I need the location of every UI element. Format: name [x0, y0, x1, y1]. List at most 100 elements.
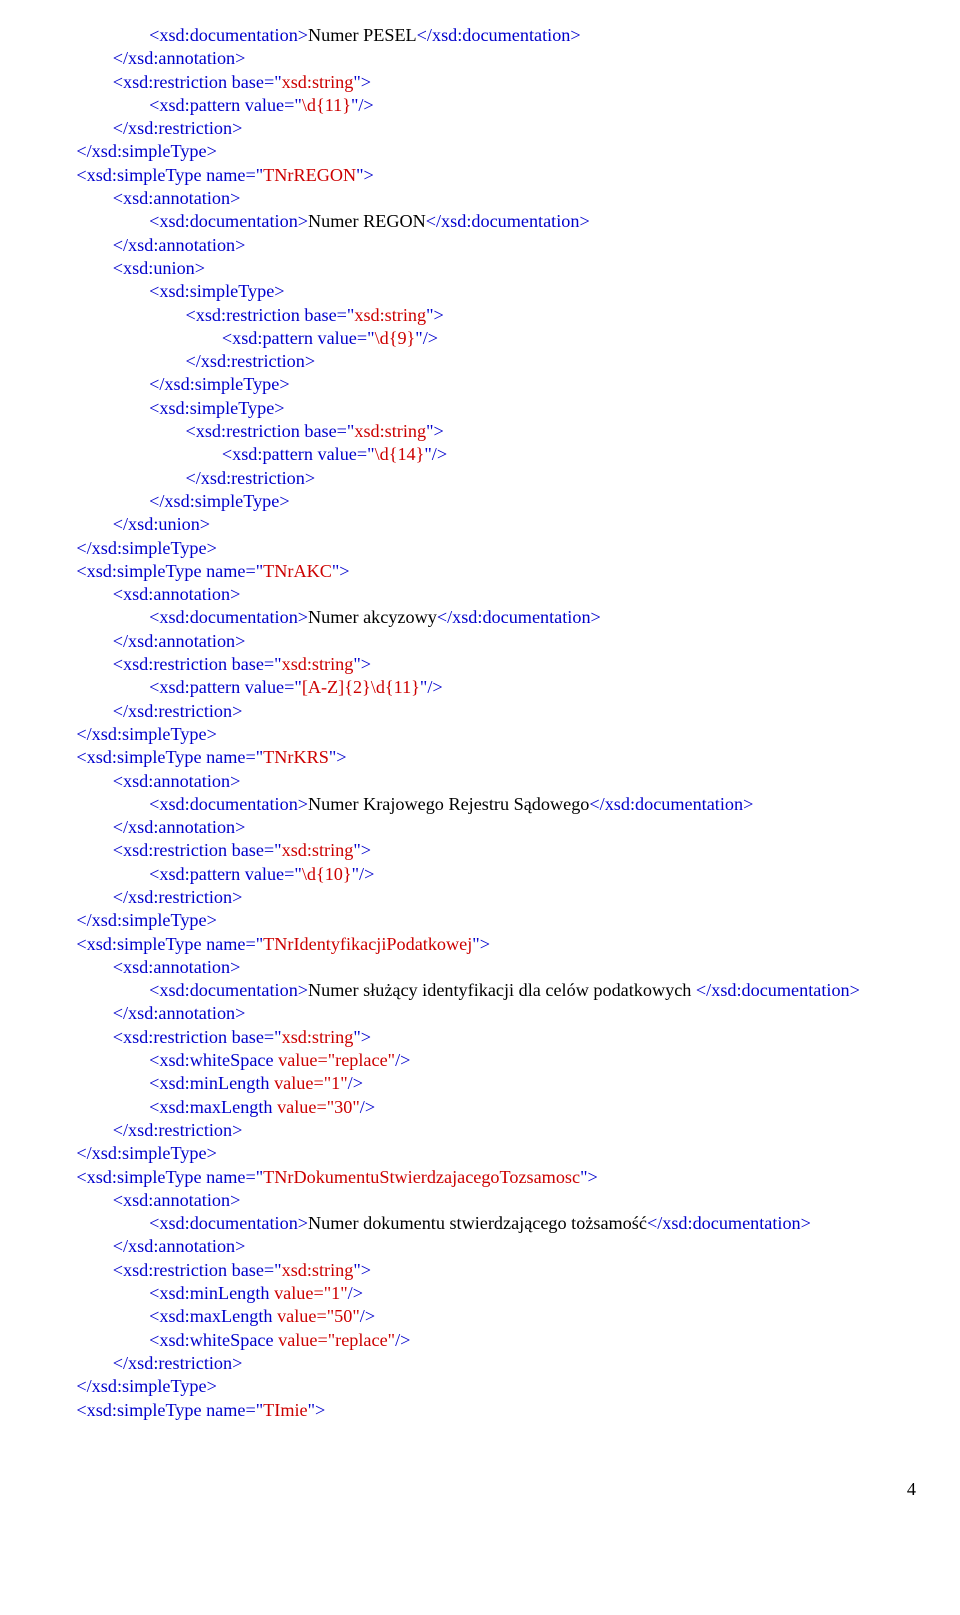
code-token: </xsd:annotation>: [113, 235, 246, 255]
code-line: <xsd:simpleType name="TNrAKC">: [40, 560, 920, 583]
code-token: </xsd:restriction>: [113, 1353, 243, 1373]
code-token: Numer służący identyfikacji dla celów po…: [308, 980, 696, 1000]
code-token: </xsd:documentation>: [647, 1213, 811, 1233]
code-line: <xsd:documentation>Numer służący identyf…: [40, 979, 920, 1002]
code-token: ">: [353, 1260, 371, 1280]
code-token: </xsd:documentation>: [589, 794, 753, 814]
code-token: \d{10}: [302, 864, 352, 884]
code-line: </xsd:simpleType>: [40, 490, 920, 513]
code-token: </xsd:union>: [113, 514, 210, 534]
code-token: </xsd:restriction>: [113, 887, 243, 907]
code-token: <xsd:annotation>: [113, 1190, 241, 1210]
code-line: <xsd:restriction base="xsd:string">: [40, 420, 920, 443]
code-line: </xsd:restriction>: [40, 886, 920, 909]
code-line: </xsd:simpleType>: [40, 373, 920, 396]
code-line: </xsd:simpleType>: [40, 1142, 920, 1165]
code-token: <xsd:simpleType name=": [76, 1400, 263, 1420]
code-token: ">: [426, 305, 444, 325]
code-line: <xsd:documentation>Numer PESEL</xsd:docu…: [40, 24, 920, 47]
code-token: <xsd:restriction base: [113, 72, 264, 92]
code-token: <xsd:restriction base=": [113, 1027, 282, 1047]
code-token: <xsd:simpleType name=": [76, 561, 263, 581]
code-token: TImie: [263, 1400, 307, 1420]
code-line: </xsd:restriction>: [40, 467, 920, 490]
code-token: ">: [332, 561, 350, 581]
code-line: <xsd:annotation>: [40, 583, 920, 606]
code-token: ">: [353, 840, 371, 860]
code-token: <xsd:documentation>: [149, 25, 308, 45]
code-token: Numer Krajowego Rejestru Sądowego: [308, 794, 589, 814]
code-token: </xsd:annotation>: [113, 1236, 246, 1256]
code-token: </xsd:simpleType>: [76, 1143, 216, 1163]
code-token: xsd:string: [282, 72, 354, 92]
code-line: <xsd:minLength value="1"/>: [40, 1282, 920, 1305]
code-token: "/>: [420, 677, 443, 697]
code-line: <xsd:restriction base="xsd:string">: [40, 839, 920, 862]
code-token: "/>: [352, 864, 375, 884]
code-token: </xsd:simpleType>: [149, 374, 289, 394]
code-token: </xsd:simpleType>: [76, 538, 216, 558]
code-token: xsd:string: [282, 654, 354, 674]
code-line: <xsd:simpleType name="TNrREGON">: [40, 164, 920, 187]
code-token: </xsd:annotation>: [113, 48, 246, 68]
code-line: </xsd:annotation>: [40, 1235, 920, 1258]
code-token: <xsd:pattern value=": [149, 95, 302, 115]
code-token: </xsd:annotation>: [113, 817, 246, 837]
code-token: <xsd:simpleType name=": [76, 934, 263, 954]
code-token: xsd:string: [354, 305, 426, 325]
code-line: <xsd:restriction base="xsd:string">: [40, 304, 920, 327]
code-token: />: [348, 1073, 363, 1093]
code-token: </xsd:documentation>: [696, 980, 860, 1000]
code-line: </xsd:restriction>: [40, 117, 920, 140]
code-line: <xsd:annotation>: [40, 187, 920, 210]
code-token: ">: [426, 421, 444, 441]
code-token: </xsd:restriction>: [186, 351, 316, 371]
code-token: TNrDokumentuStwierdzajacegoTozsamosc: [263, 1167, 580, 1187]
code-token: Numer PESEL: [308, 25, 417, 45]
code-token: <xsd:pattern value=": [222, 444, 375, 464]
code-token: </xsd:simpleType>: [149, 491, 289, 511]
code-token: ">: [308, 1400, 326, 1420]
code-line: <xsd:documentation>Numer Krajowego Rejes…: [40, 793, 920, 816]
code-token: </xsd:restriction>: [113, 701, 243, 721]
code-token: </xsd:simpleType>: [76, 141, 216, 161]
code-token: <xsd:documentation>: [149, 607, 308, 627]
code-token: value="replace": [278, 1050, 395, 1070]
code-line: <xsd:pattern value="\d{11}"/>: [40, 94, 920, 117]
code-token: =": [264, 72, 282, 92]
code-token: [A-Z]{2}\d{11}: [302, 677, 420, 697]
code-line: <xsd:simpleType name="TNrDokumentuStwier…: [40, 1166, 920, 1189]
code-line: </xsd:restriction>: [40, 1119, 920, 1142]
code-token: <xsd:simpleType name=": [76, 747, 263, 767]
code-line: <xsd:whiteSpace value="replace"/>: [40, 1329, 920, 1352]
code-line: <xsd:documentation>Numer akcyzowy</xsd:d…: [40, 606, 920, 629]
code-line: <xsd:simpleType>: [40, 280, 920, 303]
code-line: <xsd:maxLength value="30"/>: [40, 1096, 920, 1119]
code-token: </xsd:restriction>: [113, 1120, 243, 1140]
code-line: <xsd:minLength value="1"/>: [40, 1072, 920, 1095]
code-line: <xsd:annotation>: [40, 770, 920, 793]
code-token: \d{11}: [302, 95, 351, 115]
code-token: </xsd:annotation>: [113, 1003, 246, 1023]
code-token: <xsd:pattern value=": [149, 864, 302, 884]
code-token: "/>: [415, 328, 438, 348]
code-line: <xsd:annotation>: [40, 1189, 920, 1212]
code-line: <xsd:pattern value="\d{10}"/>: [40, 863, 920, 886]
code-token: value="1": [274, 1283, 348, 1303]
code-token: <xsd:simpleType>: [149, 398, 284, 418]
code-token: \d{14}: [375, 444, 425, 464]
code-token: value="1": [274, 1073, 348, 1093]
code-line: </xsd:annotation>: [40, 816, 920, 839]
code-token: <xsd:minLength: [149, 1283, 274, 1303]
code-token: Numer dokumentu stwierdzającego tożsamoś…: [308, 1213, 647, 1233]
code-line: <xsd:simpleType name="TNrIdentyfikacjiPo…: [40, 933, 920, 956]
code-token: <xsd:simpleType>: [149, 281, 284, 301]
code-token: value="50": [277, 1306, 360, 1326]
code-token: <xsd:whiteSpace: [149, 1330, 278, 1350]
code-token: />: [348, 1283, 363, 1303]
code-token: ">: [353, 1027, 371, 1047]
code-token: ">: [353, 72, 371, 92]
code-token: <xsd:documentation>: [149, 980, 308, 1000]
code-token: <xsd:restriction base=": [113, 1260, 282, 1280]
code-token: TNrAKC: [263, 561, 332, 581]
